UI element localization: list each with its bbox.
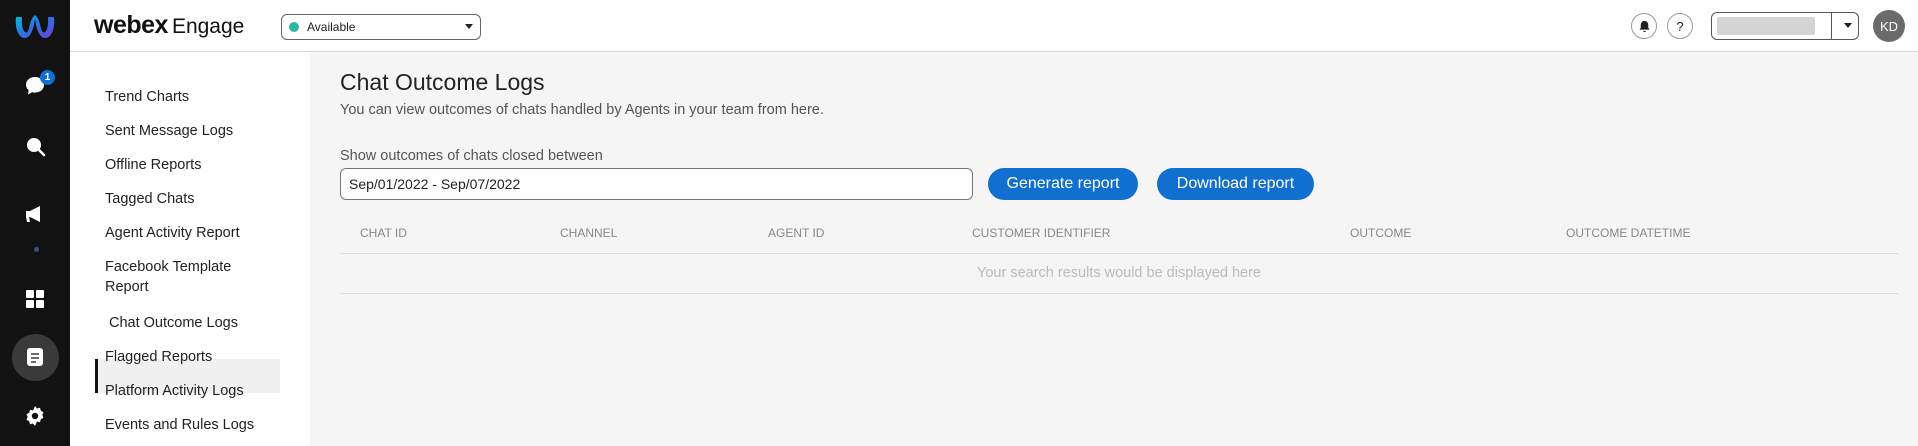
dashboard-icon[interactable]: [17, 281, 53, 317]
search-icon[interactable]: [17, 128, 53, 164]
subnav-item-sent-message-logs[interactable]: Sent Message Logs: [105, 121, 285, 141]
brand-engage: Engage: [171, 15, 245, 38]
column-header-agent-id[interactable]: AGENT ID: [768, 226, 824, 240]
generate-report-button[interactable]: Generate report: [988, 168, 1138, 200]
outcomes-table: CHAT ID CHANNEL AGENT ID CUSTOMER IDENTI…: [340, 210, 1898, 294]
brand-logo: webex Engage: [94, 11, 244, 40]
reports-icon[interactable]: [17, 339, 53, 375]
chat-badge: 1: [40, 70, 55, 85]
subnav-item-flagged-reports[interactable]: Flagged Reports: [105, 347, 285, 367]
avatar[interactable]: KD: [1873, 10, 1905, 42]
subnav-item-events-and-rules-logs[interactable]: Events and Rules Logs: [105, 415, 285, 435]
download-report-button[interactable]: Download report: [1157, 168, 1314, 200]
date-range-input[interactable]: [340, 168, 973, 200]
brand-webex: webex: [94, 11, 168, 39]
megaphone-icon[interactable]: [17, 196, 53, 232]
subnav-item-chat-outcome-logs[interactable]: Chat Outcome Logs: [109, 313, 289, 333]
date-range-label: Show outcomes of chats closed between: [340, 148, 603, 164]
chevron-down-icon: [465, 24, 473, 29]
page-subtitle: You can view outcomes of chats handled b…: [340, 102, 824, 118]
notifications-button[interactable]: [1631, 13, 1657, 39]
column-header-channel[interactable]: CHANNEL: [560, 226, 617, 240]
app-rail: 1: [0, 0, 70, 446]
subnav-item-offline-reports[interactable]: Offline Reports: [105, 155, 285, 175]
status-dot-icon: [289, 22, 299, 32]
column-header-customer-identifier[interactable]: CUSTOMER IDENTIFIER: [972, 226, 1110, 240]
empty-state-message: Your search results would be displayed h…: [340, 254, 1898, 294]
bell-icon: [1639, 20, 1649, 32]
status-label: Available: [307, 20, 356, 34]
settings-icon[interactable]: [17, 398, 53, 434]
main-content: Chat Outcome Logs You can view outcomes …: [310, 52, 1918, 446]
status-dropdown[interactable]: Available: [281, 14, 481, 40]
table-header: CHAT ID CHANNEL AGENT ID CUSTOMER IDENTI…: [340, 210, 1898, 254]
help-button[interactable]: ?: [1667, 13, 1693, 39]
subnav-item-platform-activity-logs[interactable]: Platform Activity Logs: [105, 381, 285, 401]
column-header-outcome[interactable]: OUTCOME: [1350, 226, 1411, 240]
webex-logo-icon[interactable]: [12, 9, 58, 47]
account-dropdown[interactable]: [1711, 12, 1859, 40]
column-header-chat-id[interactable]: CHAT ID: [360, 226, 407, 240]
subnav-item-facebook-template-report[interactable]: Facebook Template Report: [105, 257, 255, 297]
help-icon: ?: [1676, 18, 1684, 34]
chevron-down-icon: [1844, 23, 1852, 28]
subnav-item-trend-charts[interactable]: Trend Charts: [105, 87, 285, 107]
account-name-redacted: [1717, 17, 1815, 35]
top-header: webex Engage Available ? KD: [70, 0, 1918, 52]
column-header-outcome-datetime[interactable]: OUTCOME DATETIME: [1566, 226, 1690, 240]
subnav-item-tagged-chats[interactable]: Tagged Chats: [105, 189, 285, 209]
account-dropdown-divider: [1831, 13, 1832, 39]
page-title: Chat Outcome Logs: [340, 69, 545, 95]
subnav-item-agent-activity-report[interactable]: Agent Activity Report: [105, 223, 285, 243]
rail-divider-dot: [34, 247, 39, 252]
reports-subnav: Trend Charts Sent Message Logs Offline R…: [70, 52, 310, 446]
